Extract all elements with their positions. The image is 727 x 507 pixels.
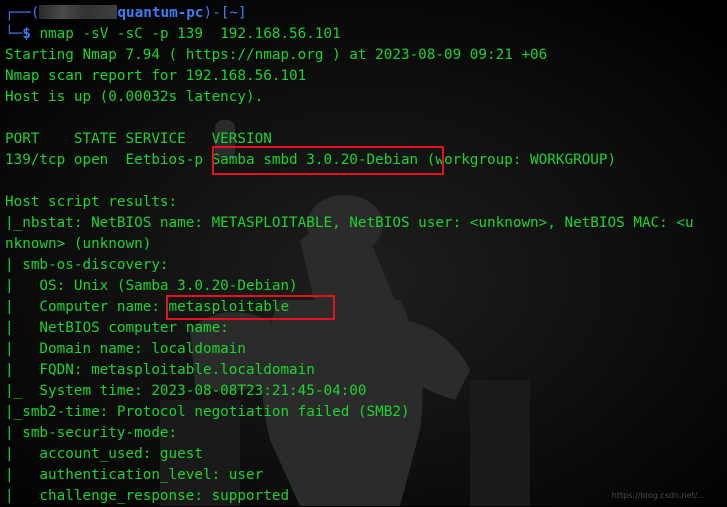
prompt-dollar: $ [22,26,40,42]
prompt-corner-bottom: └─ [5,26,23,42]
output-line: | Domain name: localdomain [5,341,247,357]
output-line: | smb-security-mode: [5,425,178,441]
output-line: | NetBIOS computer name: [5,320,229,336]
output-line: | smb-os-discovery: [5,257,169,273]
output-line: |_smb2-time: Protocol negotiation failed… [5,404,410,420]
prompt-line-2: └─$ nmap -sV -sC -p 139 192.168.56.101 [5,24,725,45]
output-line: | FQDN: metasploitable.localdomain [5,362,315,378]
output-line: Starting Nmap 7.94 ( https://nmap.org ) … [5,47,548,63]
output-line: Host is up (0.00032s latency). [5,89,264,105]
prompt-corner-top: ┌──( [5,5,40,21]
output-line: Nmap scan report for 192.168.56.101 [5,68,307,84]
output-line: PORT STATE SERVICE VERSION [5,131,272,147]
output-line: | Computer name: metasploitable [5,299,290,315]
watermark: https://blog.csdn.net/... [611,491,705,500]
prompt-directory: [~] [220,5,247,21]
output-line: | account_used: guest [5,446,203,462]
output-line: Host script results: [5,194,178,210]
prompt-separator: )- [203,5,221,21]
output-line: | OS: Unix (Samba 3.0.20-Debian) [5,278,298,294]
prompt-line-1: ┌──( quantum-pc)-[~] [5,3,725,24]
output-line: |_nbstat: NetBIOS name: METASPLOITABLE, … [5,215,694,231]
terminal[interactable]: ┌──( quantum-pc)-[~] └─$ nmap -sV -sC -p … [5,3,725,507]
output-line-samba-version: 139/tcp open Eetbios-p Samba smbd 3.0.20… [5,146,725,175]
output-line-computer-name: | Computer name: metasploitable [5,295,725,320]
output-line: nknown> (unknown) [5,236,152,252]
prompt-hostname: quantum-pc [117,5,204,21]
output-line: 139/tcp open Eetbios-p Samba smbd 3.0.20… [5,152,617,168]
redacted-username [39,5,118,19]
output-line: | authentication_level: user [5,467,264,483]
command-text: nmap -sV -sC -p 139 192.168.56.101 [39,26,341,42]
output-line: |_ System time: 2023-08-08T23:21:45-04:0… [5,383,367,399]
